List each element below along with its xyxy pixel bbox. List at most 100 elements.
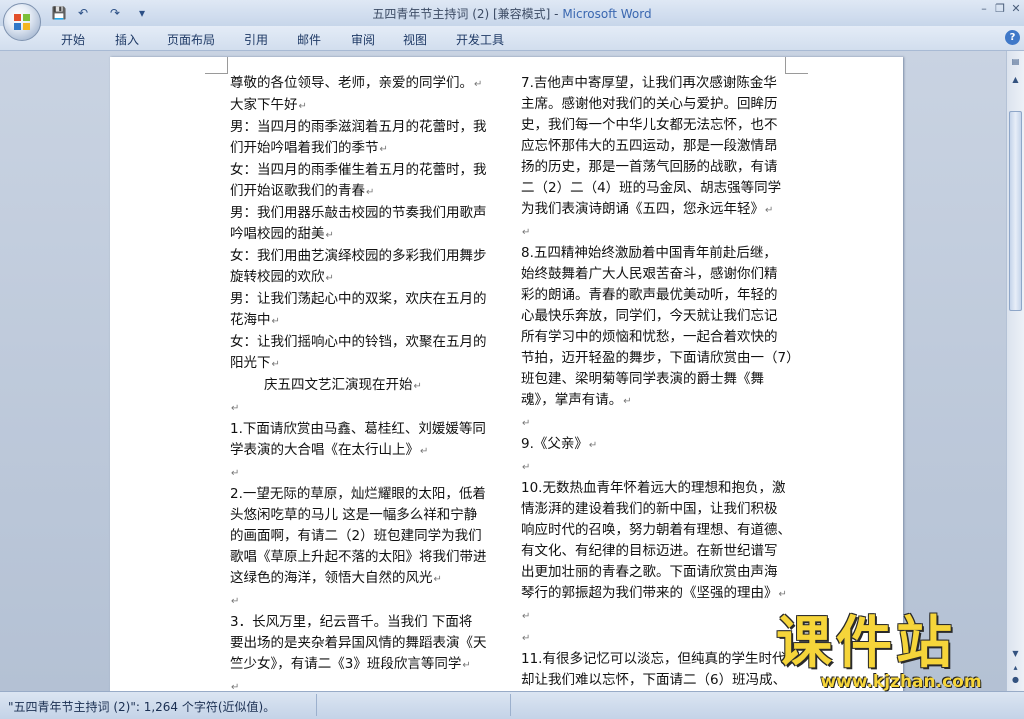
line-text: 的画面啊，有请二（2）班包建同学为我们	[230, 528, 482, 544]
line-text: 班包建、梁明菊等同学表演的爵士舞《舞	[521, 371, 764, 387]
document-line: 为我们表演诗朗诵《五四，您永远年轻》↵	[521, 199, 793, 221]
status-separator	[316, 694, 317, 716]
line-text: 始终鼓舞着广大人民艰苦奋斗，感谢你们精	[521, 266, 778, 282]
close-button[interactable]: ✕	[1008, 2, 1024, 15]
office-button[interactable]	[3, 3, 41, 41]
document-line: 1.下面请欣赏由马鑫、葛桂红、刘媛媛等同	[230, 419, 495, 440]
line-text: 1.下面请欣赏由马鑫、葛桂红、刘媛媛等同	[230, 421, 486, 437]
document-line: 彩的朗诵。青春的歌声最优美动听，年轻的	[521, 285, 793, 306]
document-line: 吟唱校园的甜美↵	[230, 224, 495, 246]
document-line: 大家下午好↵	[230, 95, 495, 117]
paragraph-mark-icon: ↵	[778, 589, 787, 600]
line-text: 吟唱校园的甜美	[230, 226, 325, 242]
redo-icon[interactable]: ↷	[106, 4, 124, 22]
line-text: 要出场的是夹杂着异国风情的舞蹈表演《天	[230, 635, 487, 651]
document-line: 琴行的郭振超为我们带来的《坚强的理由》↵	[521, 583, 793, 605]
app-name: Microsoft Word	[562, 7, 652, 21]
document-line: ↵	[230, 462, 495, 484]
line-text: 旋转校园的欢欣	[230, 269, 325, 285]
watermark-url: www.kjzhan.com	[820, 672, 982, 692]
paragraph-mark-icon: ↵	[325, 230, 334, 241]
document-line: 扬的历史，那是一首荡气回肠的战歌，有请	[521, 157, 793, 178]
paragraph-mark-icon: ↵	[522, 633, 531, 644]
document-line: 竺少女》，有请二《3》班段欣言等同学↵	[230, 654, 495, 676]
line-text: 二（2）二（4）班的马金凤、胡志强等同学	[521, 180, 782, 196]
line-text: 为我们表演诗朗诵《五四，您永远年轻》	[521, 201, 764, 217]
scroll-thumb[interactable]	[1009, 111, 1022, 311]
line-text: 女：我们用曲艺演绎校园的多彩我们用舞步	[230, 248, 487, 264]
watermark-logo-text: 课件站	[776, 611, 956, 676]
save-icon[interactable]: 💾	[50, 4, 68, 22]
undo-icon[interactable]: ↶	[74, 4, 92, 22]
document-line: 头悠闲吃草的马儿 这是一幅多么祥和宁静	[230, 505, 495, 526]
line-text: 应忘怀那伟大的五四运动，那是一段激情昂	[521, 138, 778, 154]
tab-developer[interactable]: 开发工具	[456, 31, 504, 48]
document-line: 应忘怀那伟大的五四运动，那是一段激情昂	[521, 136, 793, 157]
ruler-toggle-icon[interactable]: ▤	[1009, 55, 1022, 69]
paragraph-mark-icon: ↵	[271, 359, 280, 370]
scroll-up-icon[interactable]: ▲	[1009, 73, 1022, 87]
document-line: 出更加壮丽的青春之歌。下面请欣赏由声海	[521, 562, 793, 583]
line-text: 女：当四月的雨季催生着五月的花蕾时，我	[230, 162, 487, 178]
tab-insert[interactable]: 插入	[115, 31, 139, 48]
paragraph-mark-icon: ↵	[271, 316, 280, 327]
line-text: 有文化、有纪律的目标迈进。在新世纪谱写	[521, 543, 778, 559]
document-line: ↵	[230, 590, 495, 612]
vertical-scrollbar[interactable]: ▤ ▲ ▼ ▴ ●	[1006, 51, 1024, 691]
document-line: 男：我们用器乐敲击校园的节奏我们用歌声	[230, 203, 495, 224]
line-text: 响应时代的召唤，努力朝着有理想、有道德、	[521, 522, 791, 538]
paragraph-mark-icon: ↵	[522, 227, 531, 238]
line-text: 史，我们每一个中华儿女都无法忘怀，也不	[521, 117, 778, 133]
tab-home[interactable]: 开始	[61, 31, 85, 48]
line-text: 魂》，掌声有请。	[521, 392, 623, 408]
paragraph-mark-icon: ↵	[462, 660, 471, 671]
paragraph-mark-icon: ↵	[325, 273, 334, 284]
paragraph-mark-icon: ↵	[433, 574, 442, 585]
document-line: 学表演的大合唱《在太行山上》↵	[230, 440, 495, 462]
line-text: 情澎湃的建设着我们的新中国，让我们积极	[521, 501, 778, 517]
line-text: 却让我们难以忘怀，下面请二（6）班冯成、	[521, 672, 787, 688]
tab-references[interactable]: 引用	[244, 31, 268, 48]
restore-button[interactable]: ❐	[992, 2, 1008, 15]
document-line: 却让我们难以忘怀，下面请二（6）班冯成、	[521, 670, 793, 691]
ribbon-tabs: 开始 插入 页面布局 引用 邮件 审阅 视图 开发工具 ?	[0, 26, 1024, 51]
line-text: 男：当四月的雨季滋润着五月的花蕾时，我	[230, 119, 487, 135]
help-icon[interactable]: ?	[1005, 30, 1020, 45]
line-text: 扬的历史，那是一首荡气回肠的战歌，有请	[521, 159, 778, 175]
line-text: 竺少女》，有请二《3》班段欣言等同学	[230, 656, 462, 672]
document-line: 10.无数热血青年怀着远大的理想和抱负，激	[521, 478, 793, 499]
paragraph-mark-icon: ↵	[231, 468, 240, 479]
document-line: 歌唱《草原上升起不落的太阳》将我们带进	[230, 547, 495, 568]
paragraph-mark-icon: ↵	[413, 381, 422, 392]
document-page[interactable]: 尊敬的各位领导、老师，亲爱的同学们。↵ 大家下午好↵ 男：当四月的雨季滋润着五月的花…	[110, 57, 903, 697]
paragraph-mark-icon: ↵	[366, 187, 375, 198]
margin-corner-right	[785, 57, 808, 74]
document-line: 庆五四文艺汇演现在开始↵	[230, 375, 495, 397]
document-line: 心最快乐奔放，同学们，今天就让我们忘记	[521, 306, 793, 327]
line-text: 头悠闲吃草的马儿 这是一幅多么祥和宁静	[230, 507, 478, 523]
word-count[interactable]: "五四青年节主持词 (2)": 1,264 个字符(近似值)。	[8, 698, 275, 715]
line-text: 女：让我们摇响心中的铃铛，欢聚在五月的	[230, 334, 487, 350]
document-line: 情澎湃的建设着我们的新中国，让我们积极	[521, 499, 793, 520]
tab-view[interactable]: 视图	[403, 31, 427, 48]
minimize-button[interactable]: –	[976, 2, 992, 15]
document-line: 花海中↵	[230, 310, 495, 332]
document-line: 11.有很多记忆可以淡忘，但纯真的学生时代	[521, 649, 793, 670]
paragraph-mark-icon: ↵	[231, 596, 240, 607]
tab-mailings[interactable]: 邮件	[297, 31, 321, 48]
document-line: 这绿色的海洋，领悟大自然的风光↵	[230, 568, 495, 590]
customize-toolbar-icon[interactable]: ▾	[136, 4, 148, 22]
line-text: 阳光下	[230, 355, 271, 371]
paragraph-mark-icon: ↵	[298, 101, 307, 112]
line-text: 2.一望无际的草原，灿烂耀眼的太阳，低着	[230, 486, 486, 502]
document-line: 有文化、有纪律的目标迈进。在新世纪谱写	[521, 541, 793, 562]
line-text: 主席。感谢他对我们的关心与爱护。回眸历	[521, 96, 778, 112]
tab-page-layout[interactable]: 页面布局	[167, 31, 215, 48]
document-line: 7.吉他声中寄厚望，让我们再次感谢陈金华	[521, 73, 793, 94]
tab-review[interactable]: 审阅	[351, 31, 375, 48]
site-watermark: 课件站 www.kjzhan.com	[776, 614, 1024, 694]
document-line: 女：当四月的雨季催生着五月的花蕾时，我	[230, 160, 495, 181]
line-text: 尊敬的各位领导、老师，亲爱的同学们。	[230, 75, 473, 91]
document-line: 响应时代的召唤，努力朝着有理想、有道德、	[521, 520, 793, 541]
text-column-left: 尊敬的各位领导、老师，亲爱的同学们。↵ 大家下午好↵ 男：当四月的雨季滋润着五月的花…	[230, 73, 495, 697]
